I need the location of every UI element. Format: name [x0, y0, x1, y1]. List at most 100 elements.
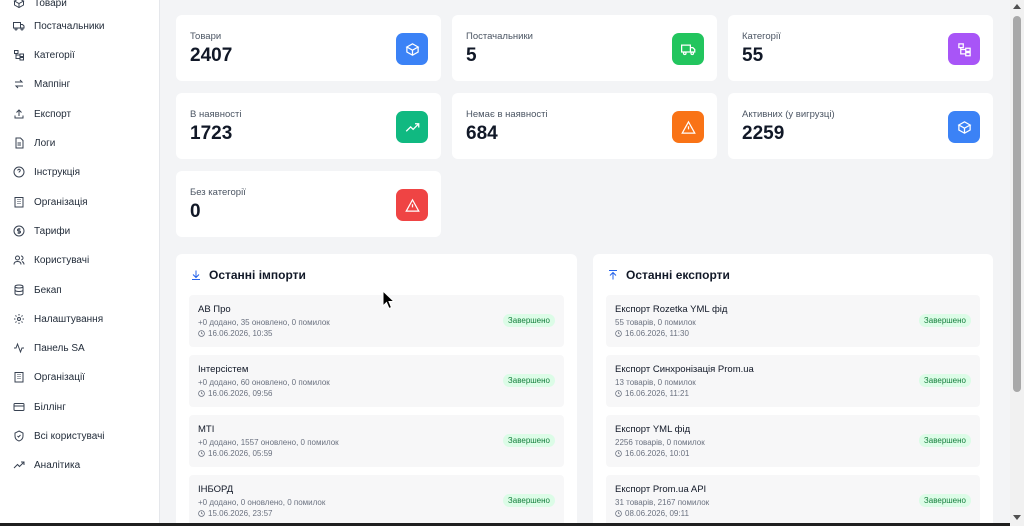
sidebar-item-analytics[interactable]: Аналітика: [0, 454, 159, 476]
sidebar-item-label: Організація: [34, 196, 88, 208]
mouse-cursor-icon: [382, 290, 396, 310]
trending-up-icon: [13, 461, 25, 469]
stat-card-in-stock[interactable]: В наявності 1723: [176, 93, 441, 159]
stat-value: 2407: [190, 45, 233, 66]
box-icon: [396, 33, 428, 65]
list-item[interactable]: Експорт Rozetka YML фід 55 товарів, 0 по…: [606, 295, 980, 347]
list-item[interactable]: Експорт YML фід 2256 товарів, 0 помилок …: [606, 415, 980, 467]
scroll-up-arrow-icon[interactable]: [1013, 4, 1021, 9]
credit-card-icon: [13, 403, 25, 411]
row-subtitle: +0 додано, 0 оновлено, 0 помилок: [198, 498, 326, 507]
row-title: AB Про: [198, 304, 231, 315]
list-item[interactable]: Експорт Синхронізація Prom.ua 13 товарів…: [606, 355, 980, 407]
row-subtitle: 55 товарів, 0 помилок: [615, 318, 696, 327]
folder-tree-icon: [948, 33, 980, 65]
status-badge: Завершено: [502, 434, 555, 447]
status-badge: Завершено: [502, 494, 555, 507]
sidebar-item-label: Панель SA: [34, 342, 85, 354]
shield-icon: [14, 430, 24, 442]
sidebar-item-label: Категорії: [34, 49, 75, 61]
file-text-icon: [15, 137, 24, 149]
sidebar-item-billing[interactable]: Біллінг: [0, 396, 159, 418]
row-date: 16.06.2026, 11:30: [615, 329, 689, 338]
stat-value: 55: [742, 45, 764, 66]
clock-icon: [615, 390, 622, 397]
status-badge: Завершено: [502, 314, 555, 327]
box-icon: [13, 0, 25, 9]
sidebar-item-suppliers[interactable]: Постачальники: [0, 15, 159, 37]
sidebar-item-logs[interactable]: Логи: [0, 132, 159, 154]
panel-title-text: Останні імпорти: [209, 268, 306, 282]
stat-value: 684: [466, 123, 498, 144]
page-scrollbar[interactable]: [1010, 0, 1024, 526]
stat-value: 1723: [190, 123, 233, 144]
list-item[interactable]: ІНБОРД +0 додано, 0 оновлено, 0 помилок …: [189, 475, 564, 526]
stat-label: Товари: [190, 31, 222, 42]
list-item[interactable]: Інтерсістем +0 додано, 60 оновлено, 0 по…: [189, 355, 564, 407]
row-title: Експорт Rozetka YML фід: [615, 304, 728, 315]
recent-imports-panel: Останні імпорти AB Про +0 додано, 35 оно…: [176, 254, 577, 526]
sidebar-item-organizations[interactable]: Організації: [0, 366, 159, 388]
gear-icon: [14, 314, 24, 324]
sidebar-item-label: Інструкція: [34, 166, 81, 178]
row-date: 08.06.2026, 09:11: [615, 509, 689, 518]
sidebar-item-settings[interactable]: Налаштування: [0, 308, 159, 330]
row-title: ІНБОРД: [198, 484, 234, 495]
sidebar-item-label: Аналітика: [34, 459, 81, 471]
stat-label: Без категорії: [190, 187, 246, 198]
sidebar-item-categories[interactable]: Категорії: [0, 44, 159, 66]
sidebar-item-all-users[interactable]: Всі користувачі: [0, 425, 159, 447]
sidebar-item-export[interactable]: Експорт: [0, 103, 159, 125]
dollar-circle-icon: [13, 225, 25, 237]
status-badge: Завершено: [918, 494, 971, 507]
clock-icon: [198, 330, 205, 337]
sidebar-item-backup[interactable]: Бекап: [0, 279, 159, 301]
sidebar: Товари Постачальники Категорії Маппінг Е…: [0, 0, 160, 526]
status-badge: Завершено: [918, 374, 971, 387]
sidebar-item-label: Бекап: [34, 284, 62, 296]
row-title: Інтерсістем: [198, 364, 249, 375]
row-title: Експорт Синхронізація Prom.ua: [615, 364, 754, 375]
sidebar-item-instructions[interactable]: Інструкція: [0, 161, 159, 183]
sidebar-item-label: Користувачі: [34, 254, 90, 266]
stat-card-out-of-stock[interactable]: Немає в наявності 684: [452, 93, 717, 159]
stat-label: Категорії: [742, 31, 781, 42]
sidebar-item-organization[interactable]: Організація: [0, 191, 159, 213]
list-item[interactable]: MTI +0 додано, 1557 оновлено, 0 помилок …: [189, 415, 564, 467]
warning-icon: [672, 111, 704, 143]
sidebar-item-users[interactable]: Користувачі: [0, 249, 159, 271]
stat-label: Постачальники: [466, 31, 533, 42]
list-item[interactable]: Експорт Prom.ua API 31 товарів, 2167 пом…: [606, 475, 980, 526]
stat-label: Активних (у вигрузці): [742, 109, 835, 120]
upload-icon: [609, 270, 617, 280]
box-icon: [948, 111, 980, 143]
row-date: 16.06.2026, 10:35: [198, 329, 273, 338]
stat-card-products[interactable]: Товари 2407: [176, 15, 441, 81]
clock-icon: [198, 510, 205, 517]
panel-title-text: Останні експорти: [626, 268, 730, 282]
row-date: 15.06.2026, 23:57: [198, 509, 273, 518]
list-item[interactable]: AB Про +0 додано, 35 оновлено, 0 помилок…: [189, 295, 564, 347]
sidebar-item-mapping[interactable]: Маппінг: [0, 73, 159, 95]
scroll-down-arrow-icon[interactable]: [1013, 515, 1021, 520]
arrows-swap-icon: [14, 79, 24, 89]
help-circle-icon: [13, 166, 25, 178]
sidebar-item-sa-panel[interactable]: Панель SA: [0, 337, 159, 359]
stat-value: 0: [190, 201, 201, 222]
stat-card-active[interactable]: Активних (у вигрузці) 2259: [728, 93, 993, 159]
stat-card-suppliers[interactable]: Постачальники 5: [452, 15, 717, 81]
stat-card-no-category[interactable]: Без категорії 0: [176, 171, 441, 237]
sidebar-item-label: Експорт: [34, 108, 72, 120]
status-badge: Завершено: [502, 374, 555, 387]
scrollbar-thumb[interactable]: [1013, 16, 1021, 392]
sidebar-item-tariffs[interactable]: Тарифи: [0, 220, 159, 242]
row-date: 16.06.2026, 09:56: [198, 389, 273, 398]
row-date: 16.06.2026, 05:59: [198, 449, 273, 458]
sidebar-item-products[interactable]: Товари: [0, 0, 159, 14]
row-subtitle: +0 додано, 60 оновлено, 0 помилок: [198, 378, 330, 387]
upload-icon: [14, 109, 24, 119]
panel-title: Останні імпорти: [190, 268, 306, 282]
stat-card-categories[interactable]: Категорії 55: [728, 15, 993, 81]
sidebar-item-label: Логи: [34, 137, 56, 149]
sidebar-item-label: Всі користувачі: [34, 430, 105, 442]
